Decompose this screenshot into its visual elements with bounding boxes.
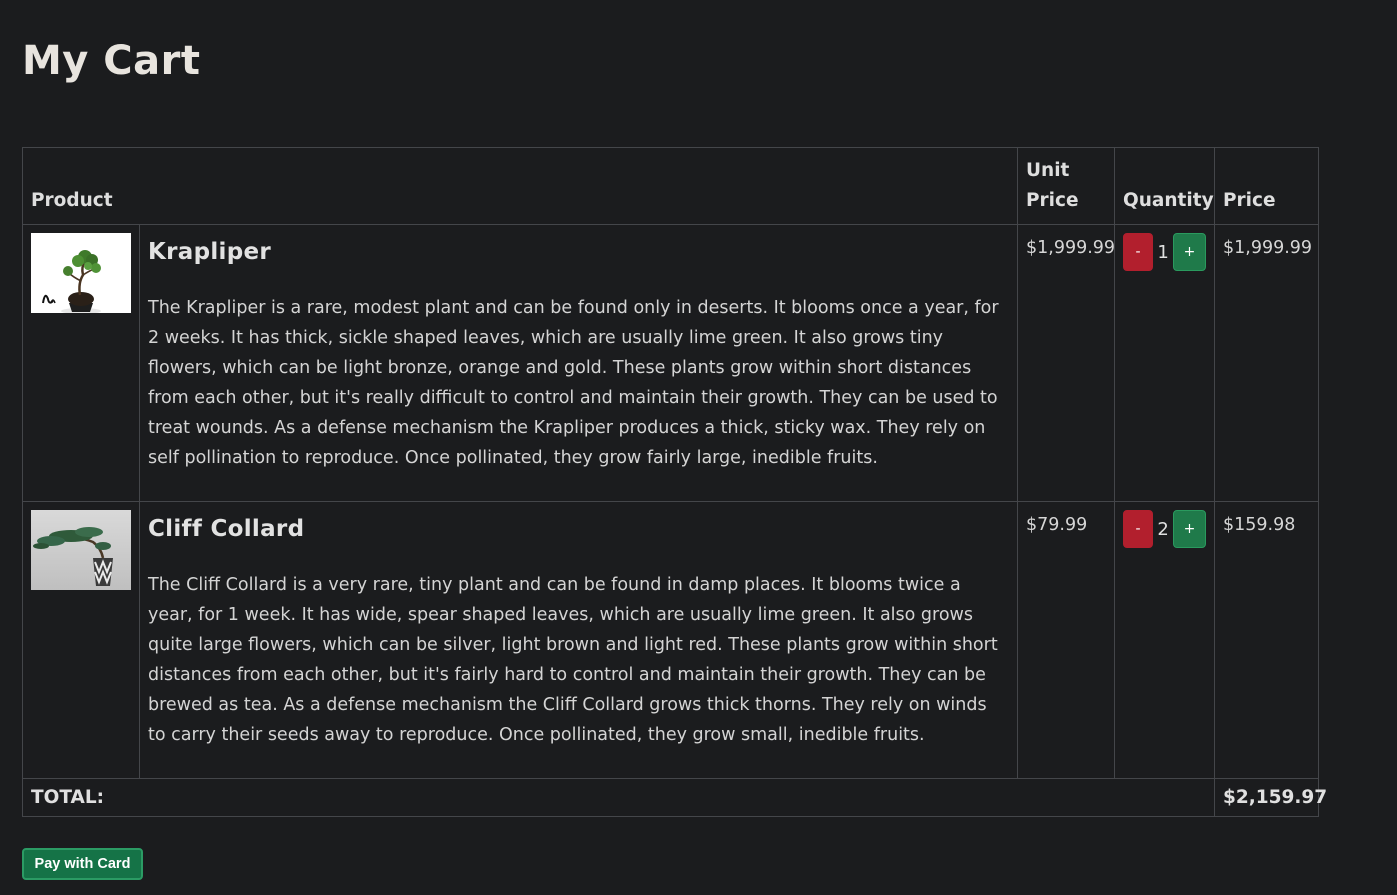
product-image-krapliper: [31, 233, 131, 313]
header-unit-price: Unit Price: [1017, 147, 1115, 225]
cart-table: Product Unit Price Quantity Price Krapli…: [22, 147, 1327, 817]
unit-price: $79.99: [1017, 501, 1115, 779]
total-row: TOTAL: $2,159.97: [22, 778, 1327, 817]
quantity-cell: - 2 +: [1114, 501, 1215, 779]
product-description: The Krapliper is a rare, modest plant an…: [148, 298, 999, 468]
unit-price: $1,999.99: [1017, 224, 1115, 502]
quantity-cell: - 1 +: [1114, 224, 1215, 502]
increase-quantity-button[interactable]: +: [1173, 510, 1206, 548]
line-price: $1,999.99: [1214, 224, 1319, 502]
product-image-cell: [22, 501, 140, 779]
product-name: Krapliper: [148, 239, 272, 265]
header-quantity: Quantity: [1114, 147, 1215, 225]
table-row: Cliff Collard The Cliff Collard is a ver…: [22, 501, 1319, 779]
total-label: TOTAL:: [22, 778, 1215, 817]
table-row: Krapliper The Krapliper is a rare, modes…: [22, 224, 1319, 502]
decrease-quantity-button[interactable]: -: [1123, 510, 1154, 548]
page-title: My Cart: [22, 38, 201, 84]
increase-quantity-button[interactable]: +: [1173, 233, 1206, 271]
pay-with-card-button[interactable]: Pay with Card: [22, 848, 143, 880]
quantity-stepper: - 1 +: [1123, 233, 1206, 271]
quantity-value: 1: [1157, 241, 1169, 263]
product-image-cell: [22, 224, 140, 502]
product-description: The Cliff Collard is a very rare, tiny p…: [148, 575, 998, 745]
header-product: Product: [22, 147, 1018, 225]
quantity-stepper: - 2 +: [1123, 510, 1206, 548]
product-name: Cliff Collard: [148, 516, 305, 542]
table-header-row: Product Unit Price Quantity Price: [22, 147, 1319, 225]
header-unit-price-line2: Price: [1026, 190, 1079, 211]
total-value: $2,159.97: [1214, 778, 1327, 817]
product-info: Cliff Collard The Cliff Collard is a ver…: [139, 501, 1018, 779]
quantity-value: 2: [1157, 518, 1169, 540]
header-unit-price-line1: Unit: [1026, 160, 1070, 181]
product-info: Krapliper The Krapliper is a rare, modes…: [139, 224, 1018, 502]
product-image-cliff-collard: [31, 510, 131, 590]
line-price: $159.98: [1214, 501, 1319, 779]
header-price: Price: [1214, 147, 1319, 225]
decrease-quantity-button[interactable]: -: [1123, 233, 1154, 271]
